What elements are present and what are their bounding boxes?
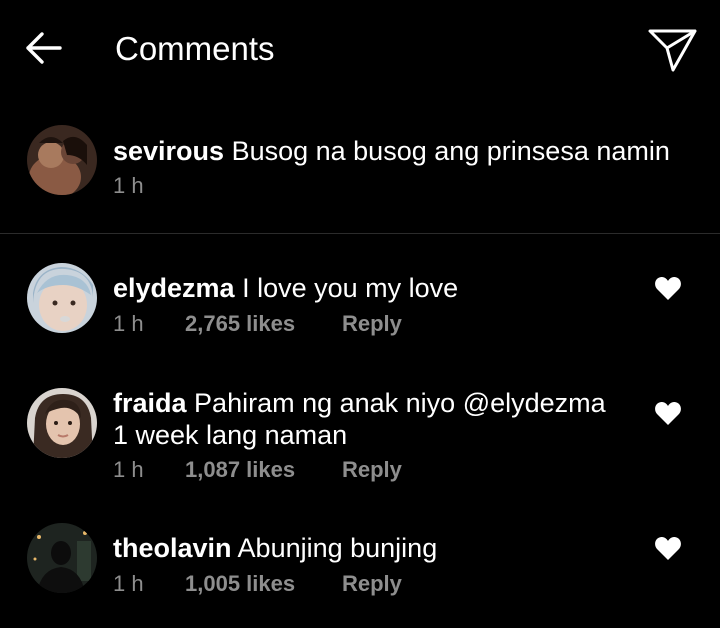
comment-body-line2: 1 week lang naman [113, 420, 348, 450]
comment-meta: 1 h 2,765 likes Reply [113, 311, 402, 337]
comment-likes[interactable]: 1,005 likes [185, 571, 295, 597]
header-bar: Comments [0, 0, 720, 100]
comment-time: 1 h [113, 457, 144, 482]
comment-text: fraida Pahiram ng anak niyo @elydezma 1 … [113, 387, 606, 451]
comment-username[interactable]: fraida [113, 388, 187, 418]
page-title: Comments [115, 30, 275, 67]
comment-body: Abunjing bunjing [237, 533, 438, 563]
caption-time: 1 h [113, 173, 144, 198]
comment-time: 1 h [113, 311, 144, 336]
comment-username[interactable]: elydezma [113, 273, 235, 303]
reply-button[interactable]: Reply [342, 571, 402, 597]
heart-icon[interactable] [654, 400, 682, 426]
back-button[interactable] [22, 28, 64, 68]
caption-username[interactable]: sevirous [113, 136, 224, 166]
avatar-theolavin[interactable] [27, 523, 97, 593]
caption-meta: 1 h [113, 173, 144, 199]
comment-text: theolavin Abunjing bunjing [113, 532, 437, 564]
arrow-left-icon [26, 32, 62, 64]
comment-likes[interactable]: 2,765 likes [185, 311, 295, 337]
comment-body: Pahiram ng anak niyo @elydezma [194, 388, 606, 418]
paper-plane-icon [648, 29, 697, 72]
comment-likes[interactable]: 1,087 likes [185, 457, 295, 483]
comment-meta: 1 h 1,005 likes Reply [113, 571, 402, 597]
caption-text: sevirous Busog na busog ang prinsesa nam… [113, 135, 670, 167]
comment-body: I love you my love [242, 273, 459, 303]
comment-text: elydezma I love you my love [113, 272, 458, 304]
share-button[interactable] [646, 24, 698, 74]
reply-button[interactable]: Reply [342, 457, 402, 483]
caption-body: Busog na busog ang prinsesa namin [231, 136, 670, 166]
avatar-elydezma[interactable] [27, 263, 97, 333]
heart-icon[interactable] [654, 535, 682, 561]
heart-icon[interactable] [654, 275, 682, 301]
comment-username[interactable]: theolavin [113, 533, 232, 563]
avatar-sevirous[interactable] [27, 125, 97, 195]
comment-meta: 1 h 1,087 likes Reply [113, 457, 402, 483]
divider [0, 233, 720, 234]
avatar-fraida[interactable] [27, 388, 97, 458]
comment-time: 1 h [113, 571, 144, 596]
reply-button[interactable]: Reply [342, 311, 402, 337]
